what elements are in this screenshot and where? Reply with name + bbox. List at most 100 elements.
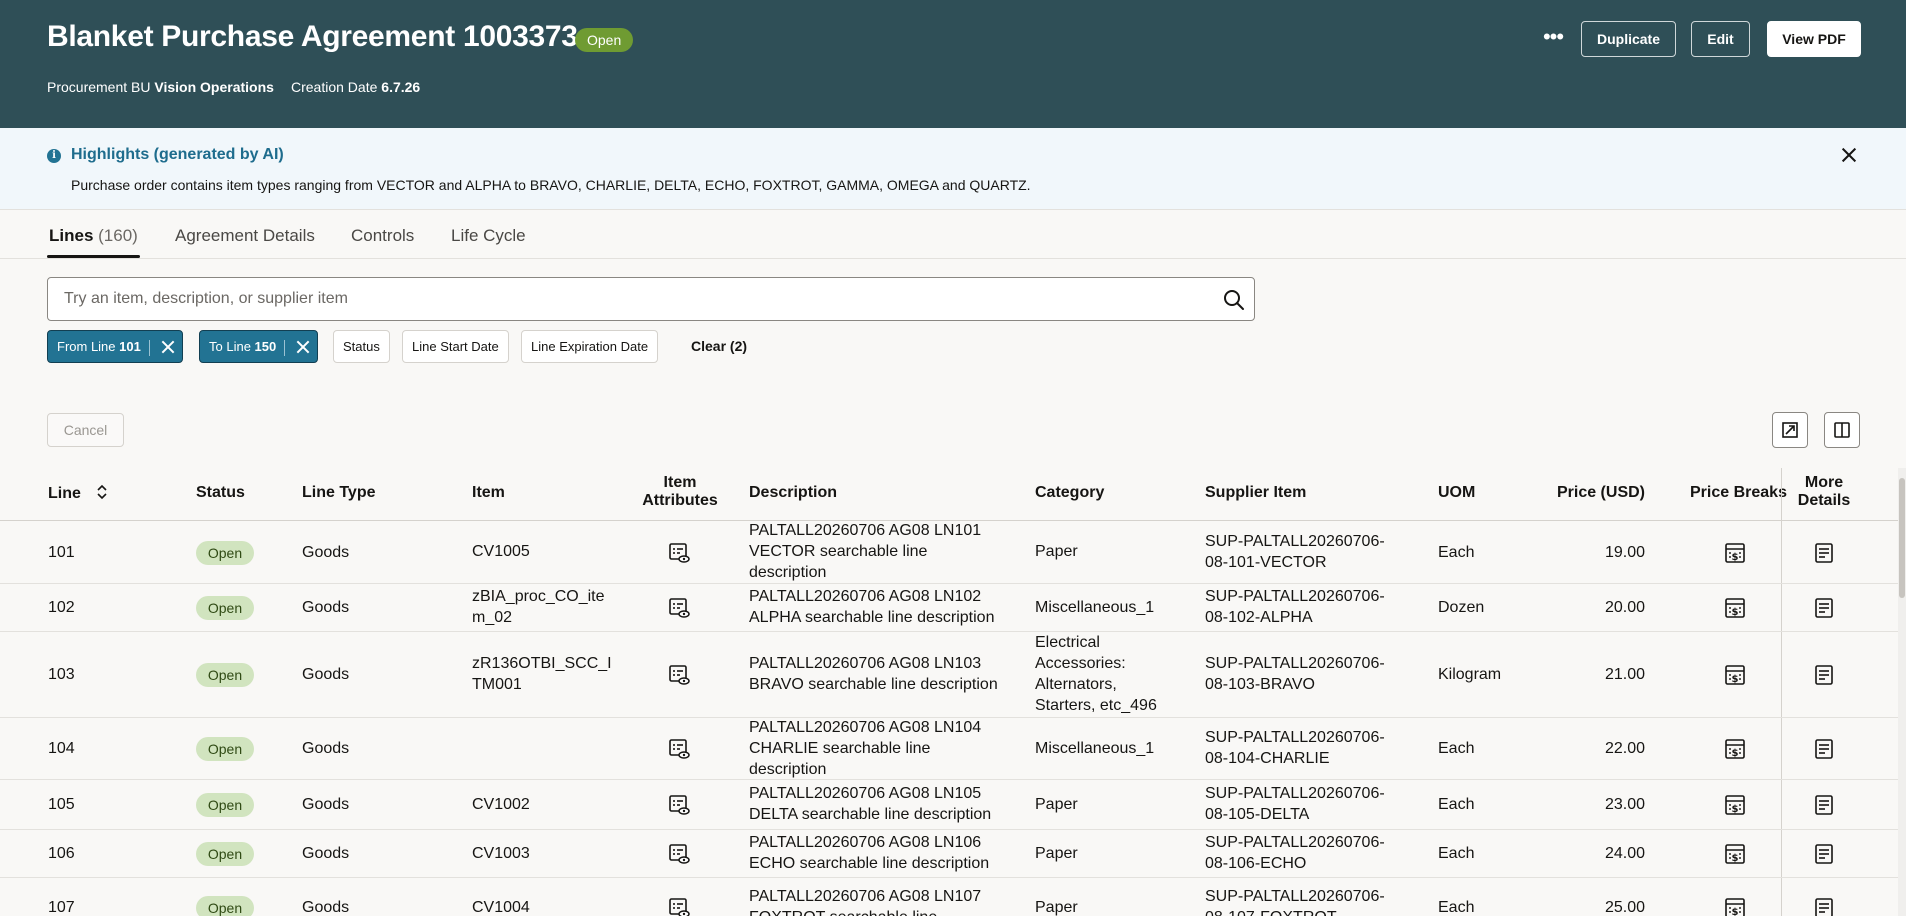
column-header-supplier-item[interactable]: Supplier Item xyxy=(1205,484,1306,502)
category-line: Paper xyxy=(1035,543,1078,560)
description-line: PALTALL20260706 AG08 LN104 xyxy=(749,718,982,736)
column-header-status[interactable]: Status xyxy=(196,484,245,502)
details-icon[interactable] xyxy=(1812,541,1836,565)
price-breaks-icon[interactable]: $ xyxy=(1723,793,1747,817)
tabs-divider xyxy=(0,258,1906,259)
edit-button[interactable]: Edit xyxy=(1691,21,1750,57)
column-header-item-attributes[interactable]: Item Attributes xyxy=(630,474,730,510)
item-line: CV1005 xyxy=(472,543,530,560)
category-line: Paper xyxy=(1035,795,1078,813)
remove-filter-icon[interactable] xyxy=(158,331,182,362)
duplicate-button[interactable]: Duplicate xyxy=(1581,21,1676,57)
item-attributes-icon[interactable] xyxy=(667,793,691,817)
tab-lines[interactable]: Lines (160) xyxy=(49,226,138,246)
details-icon[interactable] xyxy=(1812,842,1836,866)
tab-agreement-details[interactable]: Agreement Details xyxy=(175,226,315,246)
supplier-item: SUP-PALTALL20260706- 08-107-FOXTROT xyxy=(1205,886,1415,916)
description-line: PALTALL20260706 AG08 LN102 xyxy=(749,588,982,605)
details-icon[interactable] xyxy=(1812,896,1836,916)
price-breaks-icon[interactable]: $ xyxy=(1723,541,1747,565)
column-header-more-details[interactable]: More Details xyxy=(1782,474,1866,510)
line-number: 107 xyxy=(48,899,75,916)
table-row[interactable]: 102 Open Goods zBIA_proc_CO_ite m_02 PALTALL2… xyxy=(0,584,1898,632)
tab-life-cycle[interactable]: Life Cycle xyxy=(451,226,526,246)
category: Electrical Accessories: Alternators, Starte… xyxy=(1035,632,1185,716)
to-line-label: To Line xyxy=(209,339,251,354)
item-attributes-icon[interactable] xyxy=(667,737,691,761)
price-breaks-icon[interactable]: $ xyxy=(1723,596,1747,620)
uom: Each xyxy=(1438,796,1475,813)
category-line: Electrical xyxy=(1035,634,1100,651)
procurement-bu-value: Vision Operations xyxy=(154,79,274,95)
supplier-item: SUP-PALTALL20260706- 08-105-DELTA xyxy=(1205,783,1415,825)
tab-controls[interactable]: Controls xyxy=(351,226,414,246)
column-header-uom[interactable]: UOM xyxy=(1438,484,1475,502)
item-attributes-icon[interactable] xyxy=(667,541,691,565)
category: Miscellaneous_1 xyxy=(1035,597,1185,618)
details-icon[interactable] xyxy=(1812,663,1836,687)
description: PALTALL20260706 AG08 LN101 VECTOR searcha… xyxy=(749,520,1014,583)
price: 20.00 xyxy=(1604,599,1645,616)
details-icon[interactable] xyxy=(1812,737,1836,761)
close-icon[interactable] xyxy=(1836,142,1862,168)
highlights-text: Purchase order contains item types rangi… xyxy=(71,177,1031,193)
filter-chip-status[interactable]: Status xyxy=(333,330,390,363)
item-attributes-icon[interactable] xyxy=(667,663,691,687)
item: zR136OTBI_SCC_I TM001 xyxy=(472,653,612,695)
status-badge: Open xyxy=(196,540,254,565)
description-line: description xyxy=(749,564,827,581)
table-row[interactable]: 106 Open Goods CV1003 PALTALL20260706 AG08 L… xyxy=(0,830,1898,878)
item-attributes-icon[interactable] xyxy=(667,596,691,620)
search-input[interactable] xyxy=(64,290,1184,308)
supplier-item-line: SUP-PALTALL20260706- xyxy=(1205,834,1385,851)
table-row[interactable]: 107 Open Goods CV1004 PALTALL20260706 AG08 L… xyxy=(0,878,1898,916)
procurement-bu: Procurement BU Vision Operations xyxy=(47,79,274,95)
price-breaks-icon[interactable]: $ xyxy=(1723,663,1747,687)
scrollbar-thumb[interactable] xyxy=(1899,478,1905,598)
details-icon[interactable] xyxy=(1812,793,1836,817)
supplier-item: SUP-PALTALL20260706- 08-106-ECHO xyxy=(1205,832,1415,874)
table-row[interactable]: 104 Open Goods PALTALL20260706 AG08 LN104 CH… xyxy=(0,718,1898,780)
filter-chip-to-line[interactable]: To Line 150 xyxy=(199,330,319,363)
uom: Kilogram xyxy=(1438,666,1502,683)
table-row[interactable]: 101 Open Goods CV1005 PALTALL20260706 AG08 L… xyxy=(0,521,1898,584)
status-badge: Open xyxy=(196,596,254,620)
filter-chip-from-line[interactable]: From Line 101 xyxy=(47,330,183,363)
table-row[interactable]: 103 Open Goods zR136OTBI_SCC_I TM001 PALTALL2… xyxy=(0,632,1898,718)
column-header-line[interactable]: Line xyxy=(48,484,109,503)
to-line-value: 150 xyxy=(254,339,277,354)
details-icon[interactable] xyxy=(1812,596,1836,620)
remove-filter-icon[interactable] xyxy=(293,331,317,362)
column-header-description[interactable]: Description xyxy=(749,484,837,502)
item-attributes-icon[interactable] xyxy=(667,896,691,916)
filter-chip-line-start-date[interactable]: Line Start Date xyxy=(402,330,509,363)
filter-chip-line-expiration-date[interactable]: Line Expiration Date xyxy=(521,330,659,363)
more-actions-button[interactable]: ••• xyxy=(1539,22,1567,56)
price-breaks-icon[interactable]: $ xyxy=(1723,896,1747,916)
price-breaks-icon[interactable]: $ xyxy=(1723,842,1747,866)
column-header-price-breaks[interactable]: Price Breaks xyxy=(1690,484,1787,502)
detach-button[interactable] xyxy=(1772,412,1808,448)
supplier-item-line: SUP-PALTALL20260706- xyxy=(1205,532,1385,550)
price-breaks-icon[interactable]: $ xyxy=(1723,737,1747,761)
column-header-more-details-line2: Details xyxy=(1797,492,1851,509)
item-attributes-icon[interactable] xyxy=(667,842,691,866)
description-line: PALTALL20260706 AG08 LN107 xyxy=(749,888,982,905)
table-row[interactable]: 105 Open Goods CV1002 PALTALL20260706 AG08 L… xyxy=(0,780,1898,830)
columns-button[interactable] xyxy=(1824,412,1860,448)
column-header-line-type[interactable]: Line Type xyxy=(302,484,376,502)
cancel-button[interactable]: Cancel xyxy=(47,413,124,447)
line-type: Goods xyxy=(302,543,350,561)
column-header-category[interactable]: Category xyxy=(1035,484,1104,502)
sort-icon[interactable] xyxy=(95,484,109,500)
search-box xyxy=(47,277,1255,321)
description-line: VECTOR searchable line xyxy=(749,543,928,560)
search-icon[interactable] xyxy=(1223,289,1245,311)
view-pdf-button[interactable]: View PDF xyxy=(1767,21,1861,57)
status-badge: Open xyxy=(196,793,254,817)
clear-filters-link[interactable]: Clear (2) xyxy=(691,338,747,354)
column-header-price[interactable]: Price (USD) xyxy=(1530,484,1645,502)
category-line: Paper xyxy=(1035,844,1078,862)
item-line: CV1002 xyxy=(472,795,530,813)
column-header-item[interactable]: Item xyxy=(472,484,505,502)
